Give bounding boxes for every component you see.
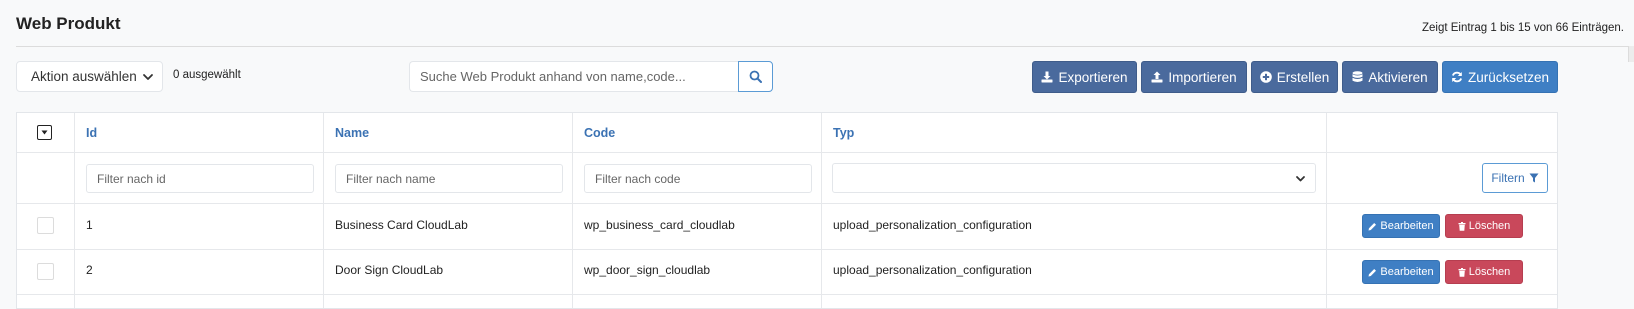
entries-info: Zeigt Eintrag 1 bis 15 von 66 Einträgen. xyxy=(1421,22,1624,34)
activate-button[interactable]: Aktivieren xyxy=(1342,61,1438,93)
delete-label: Löschen xyxy=(1468,266,1511,278)
column-header-code[interactable]: Code xyxy=(584,126,615,140)
search-button[interactable] xyxy=(738,61,773,92)
column-divider xyxy=(1326,113,1327,308)
search-input[interactable] xyxy=(409,61,739,92)
filter-id-input[interactable] xyxy=(86,164,314,193)
search-group xyxy=(409,61,773,92)
plus-circle-icon xyxy=(1259,71,1272,83)
export-label: Exportieren xyxy=(1058,69,1128,85)
reset-button[interactable]: Zurücksetzen xyxy=(1442,61,1558,93)
chevron-down-icon xyxy=(1296,176,1305,182)
cell-code: wp_door_sign_cloudlab xyxy=(584,263,711,277)
download-icon xyxy=(1041,71,1053,83)
filter-button[interactable]: Filtern xyxy=(1482,163,1548,193)
activate-label: Aktivieren xyxy=(1368,69,1428,85)
export-button[interactable]: Exportieren xyxy=(1032,61,1137,93)
row-divider xyxy=(17,203,1557,204)
column-divider xyxy=(821,113,822,308)
reset-label: Zurücksetzen xyxy=(1467,69,1550,85)
action-select-value: Aktion auswählen xyxy=(31,69,137,84)
filter-name-input[interactable] xyxy=(335,164,563,193)
column-header-type[interactable]: Typ xyxy=(833,126,854,140)
upload-icon xyxy=(1151,71,1163,83)
cell-name: Door Sign CloudLab xyxy=(335,263,444,277)
cell-name: Business Card CloudLab xyxy=(335,218,468,232)
cell-code: wp_business_card_cloudlab xyxy=(584,218,735,232)
trash-icon xyxy=(1458,267,1466,277)
create-label: Erstellen xyxy=(1276,69,1330,85)
delete-label: Löschen xyxy=(1468,220,1511,232)
filter-button-label: Filtern xyxy=(1491,171,1525,185)
cell-type: upload_personalization_configuration xyxy=(833,218,1032,232)
row-checkbox[interactable] xyxy=(37,217,54,234)
action-select[interactable]: Aktion auswählen xyxy=(16,61,163,92)
column-divider xyxy=(572,113,573,308)
create-button[interactable]: Erstellen xyxy=(1251,61,1338,93)
row-checkbox[interactable] xyxy=(37,263,54,280)
pencil-icon xyxy=(1368,222,1377,230)
header-divider xyxy=(16,46,1628,47)
funnel-icon xyxy=(1529,173,1539,183)
column-header-id[interactable]: Id xyxy=(86,126,97,140)
row-divider xyxy=(17,152,1557,153)
delete-button[interactable]: Löschen xyxy=(1445,214,1523,238)
edit-label: Bearbeiten xyxy=(1380,266,1434,278)
data-table: Id Name Code Typ Filtern 1 Business Card… xyxy=(16,112,1558,309)
column-divider xyxy=(323,113,324,308)
column-divider xyxy=(74,113,75,308)
import-label: Importieren xyxy=(1168,69,1237,85)
import-button[interactable]: Importieren xyxy=(1141,61,1247,93)
pencil-icon xyxy=(1368,268,1377,276)
row-divider xyxy=(17,249,1557,250)
edit-label: Bearbeiten xyxy=(1380,220,1434,232)
cell-type: upload_personalization_configuration xyxy=(833,263,1032,277)
column-header-name[interactable]: Name xyxy=(335,126,369,140)
delete-button[interactable]: Löschen xyxy=(1445,260,1523,284)
cell-id: 2 xyxy=(86,263,93,277)
caret-down-icon xyxy=(41,130,48,135)
page-title: Web Produkt xyxy=(16,14,121,33)
scrollbar[interactable] xyxy=(1628,46,1634,62)
trash-icon xyxy=(1458,221,1466,231)
edit-button[interactable]: Bearbeiten xyxy=(1362,214,1440,238)
filter-code-input[interactable] xyxy=(584,164,812,193)
chevron-down-icon xyxy=(143,74,153,80)
search-icon xyxy=(749,70,762,83)
filter-type-select[interactable] xyxy=(832,163,1316,193)
refresh-icon xyxy=(1451,71,1463,83)
selected-count: 0 ausgewählt xyxy=(173,69,241,81)
select-all-checkbox[interactable] xyxy=(37,125,52,140)
edit-button[interactable]: Bearbeiten xyxy=(1362,260,1440,284)
cell-id: 1 xyxy=(86,218,93,232)
row-divider xyxy=(17,294,1557,295)
database-icon xyxy=(1352,71,1363,82)
